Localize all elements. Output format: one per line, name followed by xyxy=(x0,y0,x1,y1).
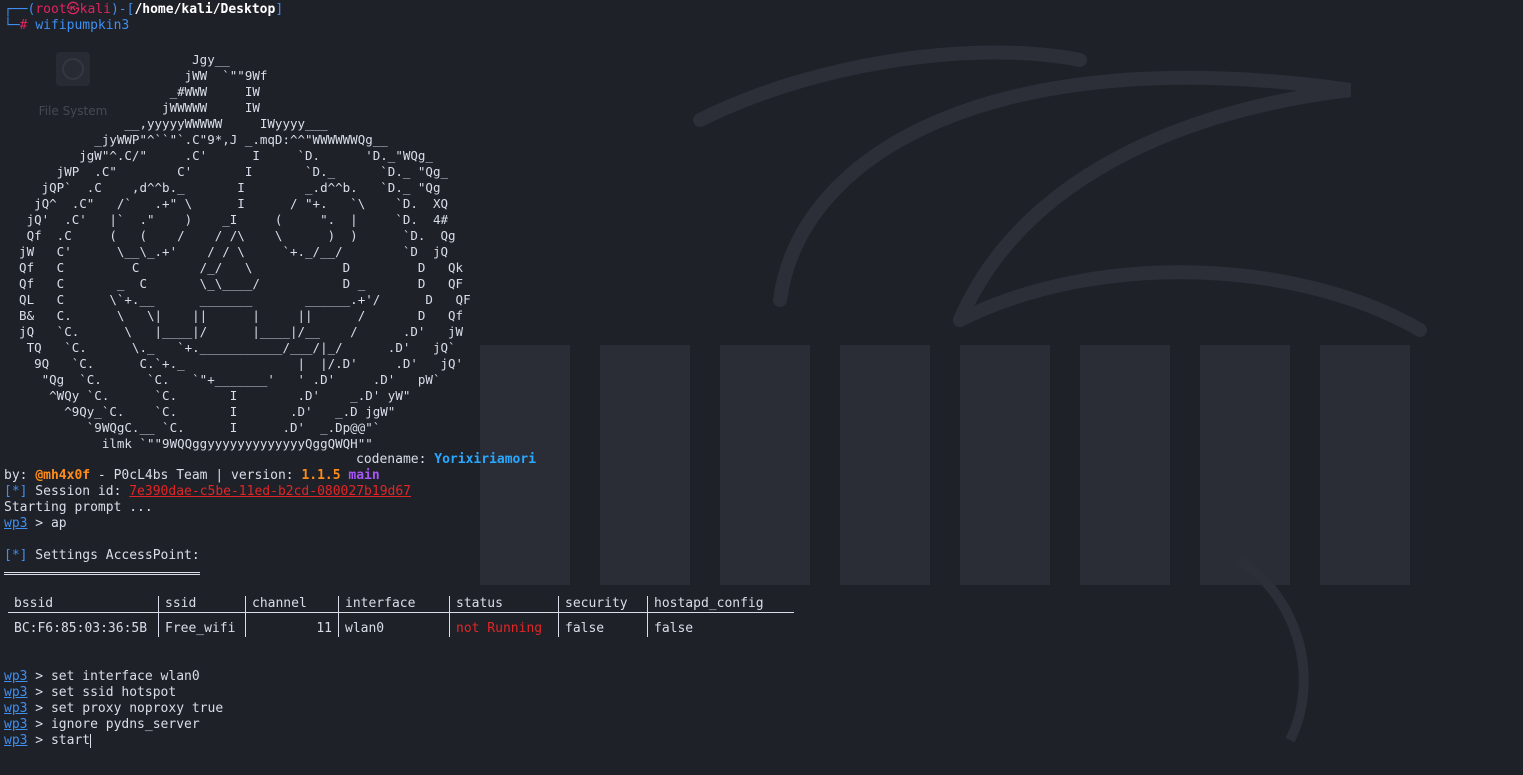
col-security: security xyxy=(558,596,648,613)
shell-command: wifipumpkin3 xyxy=(35,18,130,33)
command-text: set proxy noproxy true xyxy=(50,701,224,716)
command-text: ap xyxy=(50,516,67,531)
settings-title-underline xyxy=(4,566,200,575)
session-label: Session id: xyxy=(27,484,130,499)
prompt-name: wp3 xyxy=(4,685,28,700)
cell-status: not Running xyxy=(449,612,559,637)
by-label: by: xyxy=(4,468,28,483)
command-line: wp3 > set proxy noproxy true xyxy=(4,701,224,716)
cell-ssid: Free_wifi xyxy=(158,612,246,637)
prompt-name: wp3 xyxy=(4,733,28,748)
terminal-output[interactable]: ┌──(root㉿kali)-[/home/kali/Desktop] └─# … xyxy=(4,2,1523,775)
settings-title-line: [*] Settings AccessPoint: xyxy=(4,548,1523,564)
prompt-hash: # xyxy=(19,18,28,33)
version-value: 1.1.5 xyxy=(301,468,341,483)
team-text: - P0cL4bs Team | version: xyxy=(90,468,302,483)
branch-value: main xyxy=(348,468,380,483)
codename-line: codename: Yorixiriamori xyxy=(4,452,1523,468)
prompt-cwd: /home/kali/Desktop xyxy=(134,2,276,17)
prompt-name: wp3 xyxy=(4,669,28,684)
session-id: 7e390dae-c5be-11ed-b2cd-080027b19d67 xyxy=(129,484,411,499)
shell-prompt-line: ┌──(root㉿kali)-[/home/kali/Desktop] xyxy=(4,2,284,17)
session-line: [*] Session id: 7e390dae-c5be-11ed-b2cd-… xyxy=(4,484,1523,500)
command-line: wp3 > ignore pydns_server xyxy=(4,717,200,732)
session-marker: [*] xyxy=(4,484,28,499)
cell-channel: 11 xyxy=(245,612,339,637)
col-interface: interface xyxy=(338,596,450,613)
cell-bssid: BC:F6:85:03:36:5B xyxy=(8,612,159,637)
command-line: wp3 > set interface wlan0 xyxy=(4,669,200,684)
command-line-ap: wp3 > ap xyxy=(4,516,67,531)
codename-label: codename: xyxy=(356,452,427,467)
col-channel: channel xyxy=(245,596,339,613)
author-line: by: @mh4x0f - P0cL4bs Team | version: 1.… xyxy=(4,468,1523,484)
prompt-name: wp3 xyxy=(4,516,28,531)
command-text: set ssid hotspot xyxy=(50,685,177,700)
prompt-at-symbol: ㉿ xyxy=(66,2,80,17)
text-cursor xyxy=(90,733,92,748)
prompt-user: root xyxy=(35,2,67,17)
prompt-name: wp3 xyxy=(4,717,28,732)
command-text: set interface wlan0 xyxy=(50,669,200,684)
settings-title: Settings AccessPoint: xyxy=(27,548,200,563)
cell-hostapd-config: false xyxy=(654,621,694,636)
command-line: wp3 > set ssid hotspot xyxy=(4,685,177,700)
shell-command-line: └─# wifipumpkin3 xyxy=(4,18,130,33)
command-text: ignore pydns_server xyxy=(50,717,200,732)
command-input-text[interactable]: start xyxy=(51,733,90,748)
col-status: status xyxy=(449,596,559,613)
table-row: BC:F6:85:03:36:5B Free_wifi 11 wlan0 not… xyxy=(8,612,794,637)
table-header-row: bssid ssid channel interface status secu… xyxy=(8,596,794,613)
codename-value: Yorixiriamori xyxy=(434,452,537,467)
starting-prompt-line: Starting prompt ... xyxy=(4,500,153,515)
author-name: @mh4x0f xyxy=(35,468,91,483)
col-hostapd-config: hostapd_config xyxy=(647,596,794,613)
access-point-table: bssid ssid channel interface status secu… xyxy=(8,596,794,637)
cell-security: false xyxy=(558,612,648,637)
cell-interface: wlan0 xyxy=(338,612,450,637)
pumpkin-ascii-art: Jgy__ jWW `""9Wf _#WWW IW jWWWWW IW __,y… xyxy=(19,52,471,451)
prompt-name: wp3 xyxy=(4,701,28,716)
prompt-host: kali xyxy=(79,2,111,17)
col-ssid: ssid xyxy=(158,596,246,613)
col-bssid: bssid xyxy=(8,596,159,613)
settings-marker: [*] xyxy=(4,548,28,563)
command-input-line[interactable]: wp3 > start xyxy=(4,733,1523,749)
